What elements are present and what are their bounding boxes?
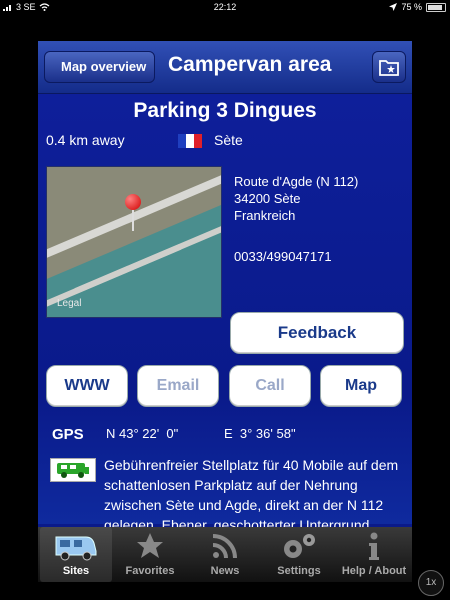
- flag-stripe-red: [194, 134, 202, 148]
- address: Route d'Agde (N 112) 34200 Sète Frankrei…: [234, 173, 358, 224]
- tab-favorites[interactable]: Favorites: [114, 527, 186, 582]
- feedback-button[interactable]: Feedback: [230, 312, 404, 354]
- map-button[interactable]: Map: [320, 365, 402, 407]
- email-button[interactable]: Email: [137, 365, 219, 407]
- gps-east: E 3° 36' 58": [224, 426, 296, 441]
- campervan-type-icon: [50, 458, 96, 482]
- nav-bar: Map overview Campervan area: [38, 41, 412, 94]
- status-time: 22:12: [213, 2, 237, 12]
- call-button[interactable]: Call: [229, 365, 311, 407]
- phone-number: 0033/499047171: [234, 249, 332, 264]
- distance-label: 0.4 km away: [46, 132, 125, 148]
- tab-label: News: [210, 565, 240, 577]
- status-right: 75 %: [389, 0, 446, 14]
- tab-label: Settings: [277, 565, 321, 577]
- rss-icon: [212, 534, 237, 559]
- city-label: Sète: [214, 132, 243, 148]
- map-thumbnail[interactable]: Legal: [46, 166, 222, 318]
- gps-north: N 43° 22' 0": [106, 426, 179, 441]
- app-window: Map overview Campervan area Parking 3 Di…: [38, 41, 412, 582]
- battery-icon: [426, 2, 446, 12]
- tab-help-about[interactable]: Help / About: [338, 527, 410, 582]
- map-legal-link[interactable]: Legal: [57, 298, 81, 309]
- country-flag: [178, 134, 202, 148]
- star-icon: [137, 533, 163, 558]
- flag-stripe-white: [186, 134, 194, 148]
- zoom-toggle-button[interactable]: 1x: [418, 570, 444, 596]
- back-button-label: Map overview: [61, 59, 147, 74]
- info-icon: [369, 532, 379, 560]
- address-line: Route d'Agde (N 112): [234, 174, 359, 189]
- add-to-favorites-button[interactable]: [372, 51, 406, 83]
- folder-star-icon: [379, 60, 399, 76]
- tab-label: Help / About: [341, 565, 407, 577]
- map-pin-stick: [132, 209, 134, 231]
- map-pin-icon: [125, 194, 141, 210]
- address-line: Frankreich: [234, 208, 296, 223]
- flag-stripe-blue: [178, 134, 186, 148]
- page-title: Campervan area: [168, 53, 332, 76]
- location-arrow-icon: [389, 3, 398, 11]
- gears-icon: [284, 534, 315, 558]
- status-bar: 3 SE 22:12 75 %: [0, 0, 450, 14]
- place-name: Parking 3 Dingues: [133, 99, 317, 122]
- back-button[interactable]: Map overview: [44, 51, 156, 83]
- gps-label: GPS: [52, 426, 84, 443]
- tab-news[interactable]: News: [189, 527, 261, 582]
- address-line: 34200 Sète: [234, 191, 301, 206]
- tab-settings[interactable]: Settings: [263, 527, 335, 582]
- tab-label: Sites: [62, 565, 90, 577]
- battery-percent: 75 %: [401, 2, 422, 12]
- tab-bar: Sites Favorites News Settings Help / Abo…: [38, 527, 412, 582]
- www-button[interactable]: WWW: [46, 365, 128, 407]
- tab-label: Favorites: [125, 565, 175, 577]
- camper-icon: [55, 536, 97, 561]
- tab-sites[interactable]: Sites: [40, 527, 112, 582]
- detail-content[interactable]: Parking 3 Dingues 0.4 km away Sète Legal…: [38, 94, 412, 553]
